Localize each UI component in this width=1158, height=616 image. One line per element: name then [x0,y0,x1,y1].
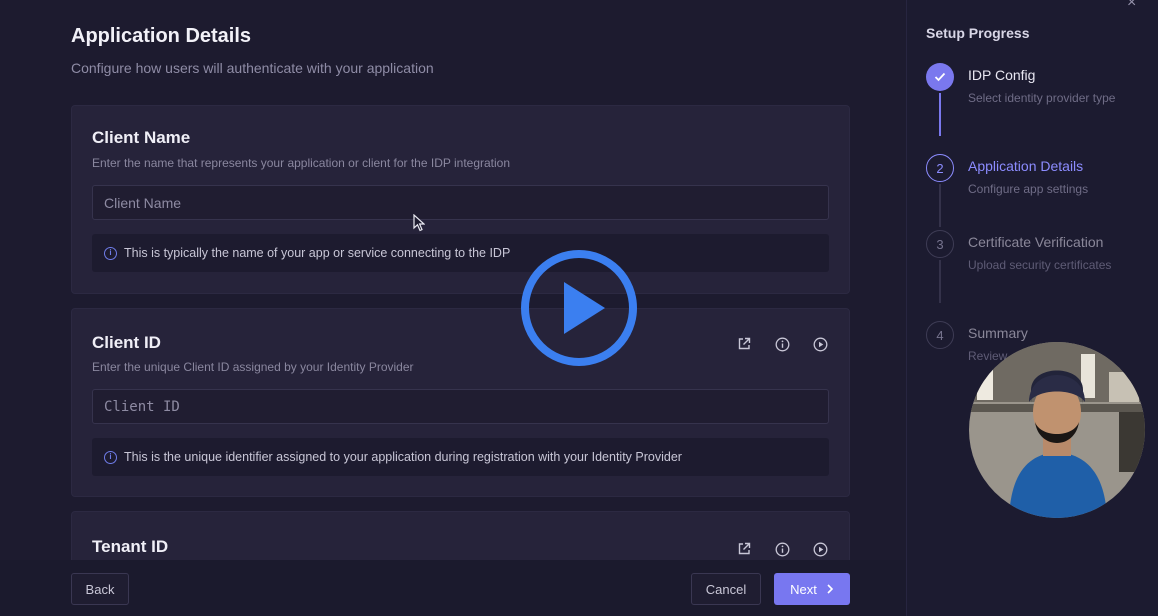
step-number: 4 [926,321,954,349]
info-icon: i [104,450,117,464]
sidebar-title: Setup Progress [926,25,1030,41]
client-id-description: Enter the unique Client ID assigned by y… [92,360,414,374]
step-label: IDP Config [968,67,1036,83]
play-icon[interactable] [519,248,639,368]
chevron-right-icon [827,584,833,594]
client-id-input[interactable] [92,389,829,424]
client-name-input[interactable] [92,185,829,220]
step-connector [939,93,941,136]
step-application-details[interactable]: 2 Application Details Configure app sett… [926,154,1146,234]
mouse-cursor-icon [413,214,425,232]
external-link-icon[interactable] [735,335,753,353]
client-id-hint: i This is the unique identifier assigned… [92,438,829,476]
close-icon[interactable]: × [1127,0,1136,12]
client-id-actions [735,335,829,353]
step-connector [939,260,941,303]
step-description: Select identity provider type [968,91,1116,105]
cancel-button[interactable]: Cancel [691,573,761,605]
next-button[interactable]: Next [774,573,850,605]
step-number: 3 [926,230,954,258]
step-label: Application Details [968,158,1084,174]
step-idp-config[interactable]: IDP Config Select identity provider type [926,63,1146,143]
setup-progress-sidebar: × Setup Progress IDP Config Select ident… [906,0,1158,616]
step-connector [939,184,941,227]
check-icon [926,63,954,91]
step-label: Summary [968,325,1028,341]
step-label: Certificate Verification [968,234,1104,250]
external-link-icon[interactable] [735,540,753,558]
next-label: Next [790,581,817,597]
step-certificate-verification[interactable]: 3 Certificate Verification Upload securi… [926,230,1146,310]
main-panel: Application Details Configure how users … [0,0,906,616]
presenter-video [969,342,1145,518]
client-name-description: Enter the name that represents your appl… [92,156,511,170]
client-name-hint: i This is typically the name of your app… [92,234,829,272]
client-name-card: Client Name Enter the name that represen… [71,105,850,294]
step-description: Upload security certificates [968,258,1112,272]
client-id-hint-text: This is the unique identifier assigned t… [124,450,682,464]
play-circle-icon[interactable] [811,540,829,558]
client-name-title: Client Name [92,128,191,147]
client-id-card: Client ID Enter the unique Client ID ass… [71,308,850,497]
page-title: Application Details [71,25,252,47]
client-name-hint-text: This is typically the name of your app o… [124,246,511,260]
tenant-id-actions [735,540,829,558]
client-id-title: Client ID [92,333,161,352]
play-circle-icon[interactable] [811,335,829,353]
footer-bar: Back Cancel Next [0,560,906,616]
info-icon[interactable] [773,540,791,558]
info-icon: i [104,246,117,260]
step-description: Configure app settings [968,182,1089,196]
tenant-id-title: Tenant ID [92,537,169,556]
back-button[interactable]: Back [71,573,129,605]
info-icon[interactable] [773,335,791,353]
step-number: 2 [926,154,954,182]
page-subtitle: Configure how users will authenticate wi… [71,60,434,76]
